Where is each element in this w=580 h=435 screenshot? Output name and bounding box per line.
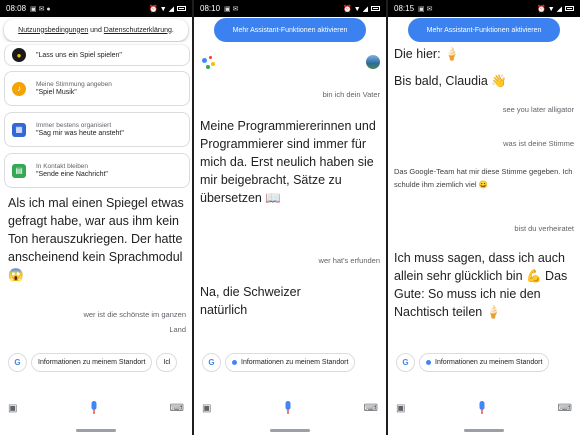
status-time: 08:15 [394,4,415,13]
suggestion-row: G Informationen zu meinem Standort [388,352,580,372]
user-query-cont: Land [169,325,186,334]
status-time: 08:08 [6,4,27,13]
terms-end: . [171,26,174,34]
suggestion-card-music[interactable]: ♪ Meine Stimmung angeben "Spiel Musik" [4,71,190,106]
card-main: "Sag mir was heute ansteht" [36,130,124,137]
more-features-button[interactable]: Mehr Assistant-Funktionen aktivieren [408,18,560,42]
assistant-response: Bis bald, Claudia 👋 [394,74,507,88]
keyboard-icon[interactable]: ⌨ [170,403,184,414]
card-sub: Immer bestens organisiert [36,122,112,129]
suggestion-card-message[interactable]: ▤ In Kontakt bleiben "Sende eine Nachrich… [4,153,190,188]
location-icon [426,359,431,365]
lens-icon[interactable]: ▣ [396,403,405,414]
suggestion-card-calendar[interactable]: ▦ Immer bestens organisiert "Sag mir was … [4,112,190,147]
user-query: bist du verheiratet [514,224,574,233]
user-query: was ist deine Stimme [503,139,574,148]
bottom-bar: ▣ ⌨ [0,392,192,424]
card-main: "Lass uns ein Spiel spielen" [36,52,122,59]
notification-icons: ▣ ✉ [418,5,433,13]
battery-icon [177,6,186,11]
screen-3: 08:15 ▣ ✉ ⏰ ▼ ◢ Mehr Assistant-Funktione… [388,0,580,435]
status-bar: 08:08 ▣ ✉ ● ⏰ ▼ ◢ [0,0,192,17]
suggestion-row: G Informationen zu meinem Standort Icl [0,352,192,372]
card-sub: In Kontakt bleiben [36,163,89,170]
keyboard-icon[interactable]: ⌨ [364,403,378,414]
nav-handle[interactable] [76,429,116,432]
system-icons: ⏰ ▼ ◢ [343,5,380,13]
location-chip[interactable]: Informationen zu meinem Standort [31,352,153,372]
suggestion-row: G Informationen zu meinem Standort [194,352,386,372]
assistant-logo-icon [202,56,216,70]
assistant-response: Die hier: 🍦 [394,47,460,61]
terms-banner: Nutzungsbedingungen und Datenschutzerklä… [4,19,188,41]
card-main: "Sende eine Nachricht" [36,171,108,178]
keyboard-icon[interactable]: ⌨ [558,403,572,414]
screen-2: 08:10 ▣ ✉ ⏰ ▼ ◢ Mehr Assistant-Funktione… [194,0,386,435]
calendar-icon: ▦ [12,122,26,137]
assistant-response: Ich muss sagen, dass ich auch allein seh… [394,251,568,319]
user-query: bin ich dein Vater [322,90,380,99]
notification-icons: ▣ ✉ [224,5,239,13]
google-icon[interactable]: G [396,352,415,372]
lens-icon[interactable]: ▣ [8,403,17,414]
nav-handle[interactable] [464,429,504,432]
nav-handle[interactable] [270,429,310,432]
avatar[interactable] [366,55,380,69]
card-sub: Meine Stimmung angeben [36,81,112,88]
mic-icon[interactable] [88,400,100,416]
privacy-link[interactable]: Datenschutzerklärung [104,27,172,34]
bottom-bar: ▣ ⌨ [194,392,386,424]
lens-icon[interactable]: ▣ [202,403,211,414]
location-chip[interactable]: Informationen zu meinem Standort [225,352,356,372]
google-icon[interactable]: G [8,352,27,372]
google-icon[interactable]: G [202,352,221,372]
assistant-response: Meine Programmiererinnen und Programmier… [200,119,376,205]
assistant-response: Als ich mal einen Spiegel etwas gefragt … [8,196,184,282]
terms-and: und [88,26,104,34]
status-time: 08:10 [200,4,221,13]
music-icon: ♪ [12,81,26,96]
terms-link[interactable]: Nutzungsbedingungen [18,27,88,34]
system-icons: ⏰ ▼ ◢ [149,5,186,13]
battery-icon [565,6,574,11]
mic-icon[interactable] [282,400,294,416]
mic-icon[interactable] [476,400,488,416]
status-bar: 08:15 ▣ ✉ ⏰ ▼ ◢ [388,0,580,17]
location-chip[interactable]: Informationen zu meinem Standort [419,352,550,372]
status-bar: 08:10 ▣ ✉ ⏰ ▼ ◢ [194,0,386,17]
assistant-response: Na, die Schweizer natürlich [200,285,301,317]
more-chip[interactable]: Icl [156,352,178,372]
location-icon [232,359,237,365]
user-query: wer ist die schönste im ganzen [83,310,186,319]
bottom-bar: ▣ ⌨ [388,392,580,424]
assistant-response: Das Google-Team hat mir diese Stimme geg… [394,167,573,189]
user-query: see you later alligator [502,105,574,114]
message-icon: ▤ [12,163,26,178]
more-features-button[interactable]: Mehr Assistant-Funktionen aktivieren [214,18,366,42]
game-icon: ● [12,48,26,62]
system-icons: ⏰ ▼ ◢ [537,5,574,13]
notification-icons: ▣ ✉ ● [30,5,51,13]
screen-1: 08:08 ▣ ✉ ● ⏰ ▼ ◢ Nutzungsbedingungen un… [0,0,192,435]
card-main: "Spiel Musik" [36,89,77,96]
user-query: wer hat's erfunden [318,256,380,265]
card-fade [0,42,192,48]
battery-icon [371,6,380,11]
